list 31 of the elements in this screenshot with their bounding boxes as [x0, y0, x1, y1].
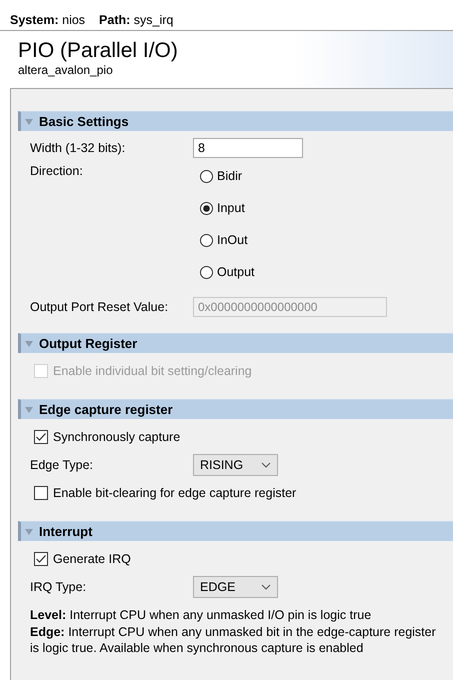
collapse-triangle-icon — [25, 340, 33, 346]
help-text: Level: Interrupt CPU when any unmasked I/O pin is logic true — [30, 607, 372, 624]
section-header[interactable]: Interrupt — [18, 521, 453, 541]
radio-button[interactable]: Input — [200, 192, 255, 224]
collapse-triangle-icon — [25, 528, 33, 534]
component-title: PIO (Parallel I/O) — [18, 39, 179, 63]
radio-button[interactable]: Output — [200, 256, 255, 288]
radio-button[interactable]: InOut — [200, 224, 255, 256]
collapse-triangle-icon — [25, 118, 33, 124]
input-field[interactable]: 8 — [193, 138, 303, 158]
component-name: altera_avalon_pio — [18, 63, 114, 77]
field-label: Width (1-32 bits): — [30, 140, 126, 154]
chevron-down-icon — [261, 462, 271, 468]
chevron-down-icon — [261, 584, 271, 590]
breadcrumb-text: System: nios — [10, 13, 86, 27]
field-label: IRQ Type: — [30, 580, 88, 594]
section-header[interactable]: Basic Settings — [18, 111, 453, 131]
field-label: Output Port Reset Value: — [30, 300, 170, 314]
field-label: Edge Type: — [30, 458, 94, 472]
collapse-triangle-icon — [25, 406, 33, 412]
section-header[interactable]: Output Register — [18, 333, 453, 353]
radio-button[interactable]: Bidir — [200, 160, 255, 192]
dropdown[interactable]: EDGE — [193, 576, 278, 598]
checkbox[interactable]: Synchronously capture — [34, 423, 180, 451]
help-text: Edge: Interrupt CPU when any unmasked bit in the edge-capture register is logic true. Available when synchronous capture is enabled — [30, 624, 437, 656]
section-header[interactable]: Edge capture register — [18, 399, 453, 419]
checkbox[interactable]: Generate IRQ — [34, 545, 131, 573]
field-label: Direction: — [30, 164, 84, 178]
dropdown[interactable]: RISING — [193, 454, 278, 476]
breadcrumb-text: Path: sys_irq — [99, 13, 174, 27]
checkbox[interactable]: Enable bit-clearing for edge capture register — [34, 479, 296, 507]
